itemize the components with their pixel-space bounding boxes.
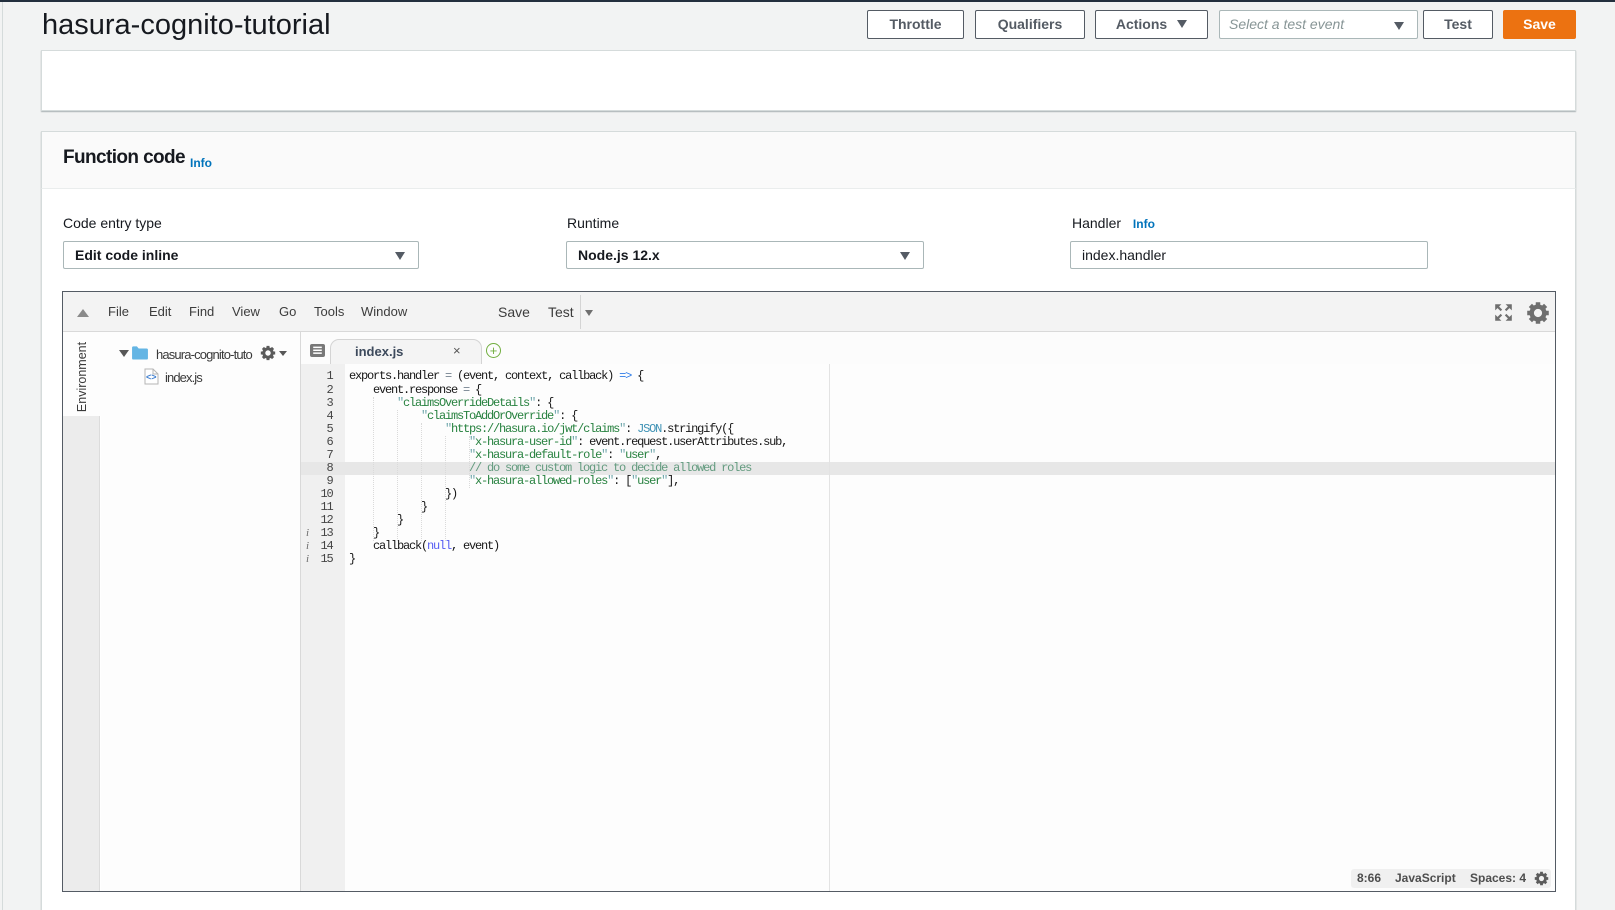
svg-text:<>: <>	[146, 372, 157, 382]
